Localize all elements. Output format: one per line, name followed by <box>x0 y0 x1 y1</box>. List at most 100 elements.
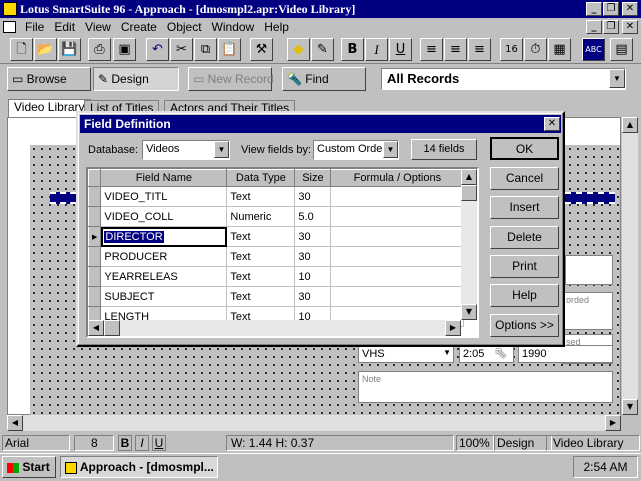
field-name-cell[interactable]: SUBJECT <box>100 286 228 307</box>
maximize-button[interactable]: ❐ <box>603 2 619 16</box>
save-icon[interactable]: 💾 <box>58 38 81 61</box>
horizontal-scrollbar[interactable] <box>7 415 621 431</box>
formula-cell[interactable] <box>330 226 465 247</box>
field-row[interactable]: ▶ DIRECTOR Text 30 <box>87 226 465 247</box>
start-button[interactable]: Start <box>2 456 56 478</box>
menu-edit[interactable]: Edit <box>49 18 80 36</box>
field-row[interactable]: VIDEO_TITL Text 30 <box>87 186 465 207</box>
scroll-up-arrow-icon[interactable]: ▲ <box>622 117 638 133</box>
status-bold-button[interactable]: B <box>118 435 132 451</box>
menu-window[interactable]: Window <box>207 18 260 36</box>
undo-icon[interactable]: ↶ <box>146 38 169 61</box>
chevron-down-icon[interactable]: ▼ <box>443 348 451 357</box>
data-type-cell[interactable]: Text <box>226 186 296 207</box>
data-type-cell[interactable]: Numeric <box>226 206 296 227</box>
align-center-icon[interactable]: ≡ <box>444 38 467 61</box>
preview-icon[interactable]: ▣ <box>113 38 136 61</box>
field-name-cell[interactable]: PRODUCER <box>100 246 228 267</box>
taskbar-task-approach[interactable]: Approach - [dmosmpl... <box>60 456 218 478</box>
grid-scroll-thumb[interactable] <box>461 185 477 201</box>
data-type-cell[interactable]: Text <box>226 246 296 267</box>
field-name-cell[interactable]: YEARRELEAS <box>100 266 228 287</box>
new-record-button[interactable]: ▭ New Record <box>188 67 274 91</box>
doc-icon[interactable] <box>3 21 16 33</box>
chevron-down-icon[interactable]: ▼ <box>214 141 229 158</box>
format-field[interactable]: VHS ▼ <box>358 345 454 363</box>
tools-icon[interactable]: ⚒ <box>250 38 273 61</box>
zoom-status[interactable]: 100% <box>456 435 494 451</box>
align-left-icon[interactable]: ≡ <box>420 38 443 61</box>
menu-create[interactable]: Create <box>116 18 162 36</box>
insert-button[interactable]: Insert <box>490 196 559 219</box>
new-icon[interactable]: 🗋 <box>10 38 33 61</box>
grid-scroll-up-arrow-icon[interactable]: ▲ <box>461 169 477 185</box>
view-fields-by-select[interactable]: Custom Order ▼ <box>313 140 399 160</box>
spell-check-icon[interactable]: ABC <box>582 38 605 61</box>
field-name-cell[interactable]: DIRECTOR <box>100 226 228 247</box>
timer-icon[interactable]: ⏱ <box>524 38 547 61</box>
calendar-icon[interactable]: 16 <box>500 38 523 61</box>
row-header[interactable] <box>87 206 102 227</box>
empty-field[interactable] <box>565 255 613 285</box>
vertical-scrollbar[interactable] <box>622 117 638 415</box>
mode-status[interactable]: Design <box>494 435 552 451</box>
menu-view[interactable]: View <box>80 18 116 36</box>
grid-scroll-left-arrow-icon[interactable]: ◀ <box>88 320 104 336</box>
field-row[interactable]: SUBJECT Text 30 <box>87 286 465 307</box>
doc-minimize-button[interactable]: _ <box>586 20 602 34</box>
size-cell[interactable]: 30 <box>294 226 332 247</box>
find-button[interactable]: 🔦 Find <box>282 67 366 91</box>
field-row[interactable]: PRODUCER Text 30 <box>87 246 465 267</box>
data-type-cell[interactable]: Text <box>226 286 296 307</box>
row-header[interactable] <box>87 186 102 207</box>
formula-cell[interactable] <box>330 206 465 227</box>
font-name-status[interactable]: Arial <box>2 435 70 451</box>
grid-scroll-down-arrow-icon[interactable]: ▼ <box>461 304 477 320</box>
dialog-close-button[interactable]: ✕ <box>544 117 560 131</box>
formula-cell[interactable] <box>330 286 465 307</box>
formula-cell[interactable] <box>330 186 465 207</box>
cut-icon[interactable]: ✂ <box>170 38 193 61</box>
size-cell[interactable]: 30 <box>294 286 332 307</box>
menu-file[interactable]: File <box>20 18 49 36</box>
year-field[interactable]: 1990 <box>518 345 613 363</box>
menu-help[interactable]: Help <box>259 18 294 36</box>
column-header-field-name[interactable]: Field Name <box>100 169 228 187</box>
help-button[interactable]: Help <box>490 284 559 307</box>
print-button[interactable]: Print <box>490 255 559 278</box>
underline-button[interactable]: U <box>389 38 412 61</box>
grid-scroll-right-arrow-icon[interactable]: ▶ <box>445 320 461 336</box>
shape-icon[interactable]: ◆ <box>287 38 310 61</box>
close-button[interactable]: ✕ <box>622 2 638 16</box>
row-header[interactable] <box>87 266 102 287</box>
doc-close-button[interactable]: ✕ <box>622 20 638 34</box>
status-underline-button[interactable]: U <box>152 435 166 451</box>
field-name-cell[interactable]: VIDEO_TITL <box>100 186 228 207</box>
minimize-button[interactable]: _ <box>586 2 602 16</box>
status-italic-button[interactable]: I <box>135 435 149 451</box>
size-cell[interactable]: 30 <box>294 186 332 207</box>
chevron-down-icon[interactable]: ▼ <box>383 141 398 158</box>
size-cell[interactable]: 10 <box>294 266 332 287</box>
column-header-size[interactable]: Size <box>294 169 332 187</box>
copy-icon[interactable]: ⧉ <box>194 38 217 61</box>
size-cell[interactable]: 5.0 <box>294 206 332 227</box>
database-select[interactable]: Videos ▼ <box>142 140 230 160</box>
column-header-formula[interactable]: Formula / Options <box>330 169 465 187</box>
open-folder-icon[interactable]: 📂 <box>34 38 57 61</box>
field-name-cell[interactable]: VIDEO_COLL <box>100 206 228 227</box>
formula-cell[interactable] <box>330 246 465 267</box>
app-icon[interactable] <box>3 2 17 16</box>
records-select[interactable]: All Records ▼ <box>381 68 626 90</box>
delete-button[interactable]: Delete <box>490 226 559 249</box>
row-header[interactable] <box>87 286 102 307</box>
scroll-down-arrow-icon[interactable]: ▼ <box>622 399 638 415</box>
menu-object[interactable]: Object <box>162 18 207 36</box>
doc-restore-button[interactable]: ❐ <box>603 20 619 34</box>
size-cell[interactable]: 30 <box>294 246 332 267</box>
data-type-cell[interactable]: Text <box>226 226 296 247</box>
cancel-button[interactable]: Cancel <box>490 167 559 190</box>
row-header[interactable]: ▶ <box>87 226 102 247</box>
system-clock[interactable]: 2:54 AM <box>573 456 638 478</box>
field-grid-icon[interactable]: ▦ <box>548 38 571 61</box>
